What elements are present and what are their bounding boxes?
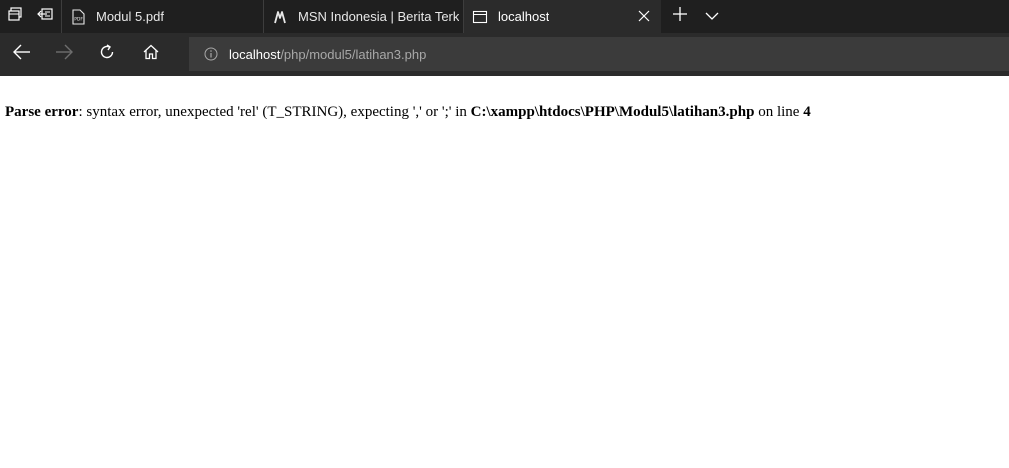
back-button[interactable]	[0, 33, 44, 76]
address-bar[interactable]: localhost/php/modul5/latihan3.php	[189, 37, 1009, 71]
pdf-icon: PDF	[70, 8, 86, 25]
navigation-bar: localhost/php/modul5/latihan3.php	[0, 33, 1009, 76]
svg-text:PDF: PDF	[74, 16, 83, 22]
close-icon[interactable]	[637, 9, 651, 23]
tab-list-button[interactable]	[697, 0, 727, 33]
home-button[interactable]	[129, 33, 173, 76]
tab-label: Modul 5.pdf	[96, 9, 164, 24]
back-arrow-icon	[13, 44, 31, 65]
tab-label: localhost	[498, 9, 550, 24]
refresh-button[interactable]	[85, 33, 129, 76]
info-icon[interactable]	[203, 46, 219, 62]
tab-preview-icon	[7, 6, 23, 27]
page-icon	[472, 9, 488, 25]
tab-msn[interactable]: MSN Indonesia | Berita Terk	[263, 0, 463, 33]
set-aside-tabs-button[interactable]	[30, 0, 60, 33]
forward-button[interactable]	[42, 33, 86, 76]
error-text: : syntax error, unexpected 'rel' (T_STRI…	[78, 104, 471, 120]
new-tab-icon	[673, 7, 687, 26]
home-icon	[143, 44, 159, 65]
error-file-path: C:\xampp\htdocs\PHP\Modul5\latihan3.php	[470, 104, 755, 120]
tab-localhost[interactable]: localhost	[463, 0, 661, 33]
error-line-prefix: on line	[754, 104, 804, 120]
error-label: Parse error	[5, 104, 79, 120]
new-tab-button[interactable]	[665, 0, 695, 33]
tab-label: MSN Indonesia | Berita Terk	[298, 9, 460, 24]
msn-icon	[272, 9, 288, 25]
page-content: Parse error: syntax error, unexpected 'r…	[0, 76, 1009, 468]
address-url[interactable]: localhost/php/modul5/latihan3.php	[229, 47, 426, 62]
address-host: localhost	[229, 46, 281, 62]
tab-list-chevron-icon	[705, 8, 719, 26]
error-line-number: 4	[803, 104, 811, 120]
php-error-message: Parse error: syntax error, unexpected 'r…	[5, 104, 811, 121]
address-path: /php/modul5/latihan3.php	[280, 46, 427, 62]
tab-preview-button[interactable]	[0, 0, 30, 33]
tab-modul-pdf[interactable]: PDF Modul 5.pdf	[61, 0, 263, 33]
refresh-icon	[99, 44, 115, 65]
forward-arrow-icon	[55, 44, 73, 65]
set-aside-tabs-icon	[37, 6, 53, 27]
tab-bar: PDF Modul 5.pdf MSN Indonesia | Berita T…	[0, 0, 1009, 33]
